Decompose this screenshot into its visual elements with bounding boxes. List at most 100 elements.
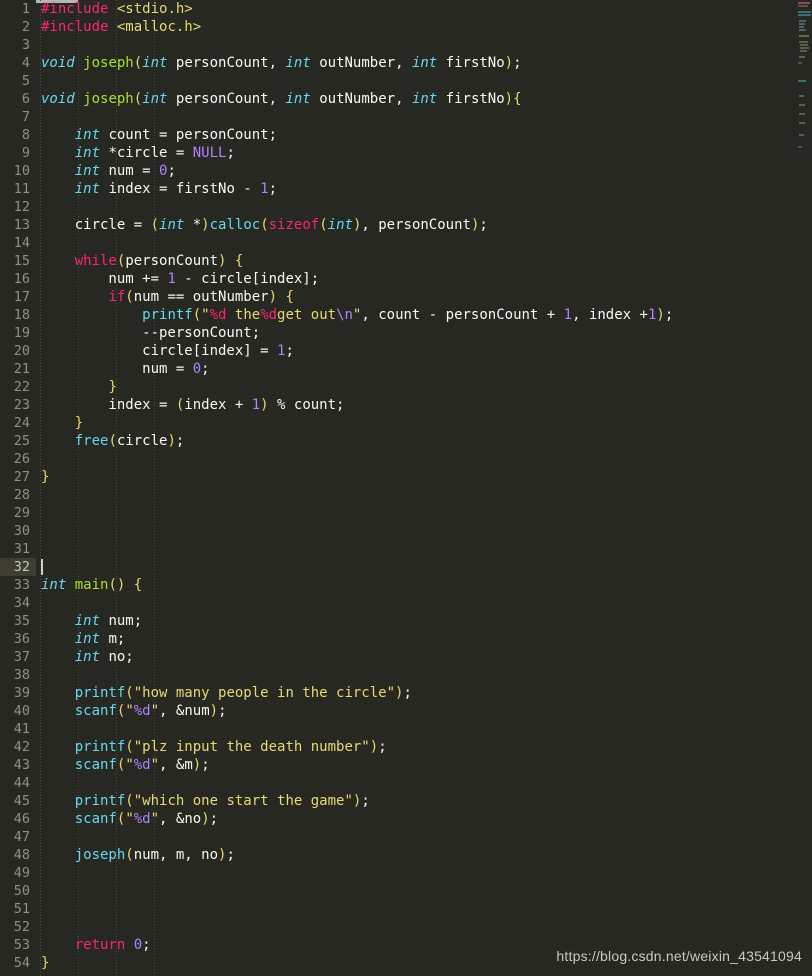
minimap[interactable] xyxy=(796,0,812,976)
line-number: 47 xyxy=(13,829,30,845)
minimap-marker xyxy=(799,56,805,58)
code-line[interactable] xyxy=(36,864,796,882)
minimap-marker xyxy=(799,122,805,124)
line-number: 6 xyxy=(21,91,30,107)
code-line[interactable] xyxy=(36,234,796,252)
line-number: 51 xyxy=(13,901,30,917)
line-number: 5 xyxy=(21,73,30,89)
code-line[interactable] xyxy=(36,774,796,792)
minimap-marker xyxy=(798,2,810,4)
line-number: 17 xyxy=(13,289,30,305)
code-line[interactable]: scanf("%d", &m); xyxy=(36,756,796,774)
code-line[interactable]: joseph(num, m, no); xyxy=(36,846,796,864)
line-number: 25 xyxy=(13,433,30,449)
line-number: 39 xyxy=(13,685,30,701)
code-line[interactable]: --personCount; xyxy=(36,324,796,342)
code-line[interactable] xyxy=(36,558,796,576)
line-number: 45 xyxy=(13,793,30,809)
line-number: 10 xyxy=(13,163,30,179)
line-number: 8 xyxy=(21,127,30,143)
code-line[interactable] xyxy=(36,900,796,918)
code-line[interactable]: num += 1 - circle[index]; xyxy=(36,270,796,288)
line-number: 18 xyxy=(13,307,30,323)
minimap-marker xyxy=(798,62,802,64)
minimap-marker xyxy=(799,41,808,43)
code-line[interactable]: int no; xyxy=(36,648,796,666)
code-line[interactable]: void joseph(int personCount, int outNumb… xyxy=(36,90,796,108)
line-number: 2 xyxy=(21,19,30,35)
line-number: 28 xyxy=(13,487,30,503)
line-number: 34 xyxy=(13,595,30,611)
code-line[interactable]: } xyxy=(36,468,796,486)
line-number: 21 xyxy=(13,361,30,377)
code-line[interactable]: int main() { xyxy=(36,576,796,594)
code-line[interactable] xyxy=(36,828,796,846)
code-line[interactable]: int *circle = NULL; xyxy=(36,144,796,162)
code-line[interactable] xyxy=(36,540,796,558)
code-line[interactable] xyxy=(36,504,796,522)
minimap-marker xyxy=(799,35,809,37)
code-line[interactable]: } xyxy=(36,378,796,396)
line-number: 9 xyxy=(21,145,30,161)
code-line[interactable]: printf("plz input the death number"); xyxy=(36,738,796,756)
code-line[interactable]: free(circle); xyxy=(36,432,796,450)
code-line[interactable] xyxy=(36,198,796,216)
line-number: 49 xyxy=(13,865,30,881)
code-line[interactable]: int num; xyxy=(36,612,796,630)
line-number: 27 xyxy=(13,469,30,485)
minimap-marker xyxy=(799,134,804,136)
code-line[interactable]: #include <malloc.h> xyxy=(36,18,796,36)
line-number: 42 xyxy=(13,739,30,755)
code-line[interactable]: circle = (int *)calloc(sizeof(int), pers… xyxy=(36,216,796,234)
minimap-marker xyxy=(800,47,809,49)
line-number: 16 xyxy=(13,271,30,287)
line-number: 24 xyxy=(13,415,30,431)
line-number: 33 xyxy=(13,577,30,593)
code-editor[interactable]: 1 2 3 4 5 6 7 8 9 10 11 12 13 14 15 16 17 18 19 20 21 22 23 24 2… xyxy=(0,0,812,976)
minimap-marker xyxy=(798,80,806,82)
code-line[interactable]: void joseph(int personCount, int outNumb… xyxy=(36,54,796,72)
code-line[interactable] xyxy=(36,720,796,738)
code-line[interactable] xyxy=(36,918,796,936)
code-line[interactable] xyxy=(36,486,796,504)
minimap-marker xyxy=(799,95,804,97)
code-line[interactable]: scanf("%d", &num); xyxy=(36,702,796,720)
code-line[interactable]: int count = personCount; xyxy=(36,126,796,144)
line-number: 43 xyxy=(13,757,30,773)
code-line[interactable]: index = (index + 1) % count; xyxy=(36,396,796,414)
line-number: 52 xyxy=(13,919,30,935)
code-line[interactable]: int num = 0; xyxy=(36,162,796,180)
code-line[interactable]: printf("which one start the game"); xyxy=(36,792,796,810)
line-number: 38 xyxy=(13,667,30,683)
code-line[interactable] xyxy=(36,72,796,90)
code-line[interactable] xyxy=(36,522,796,540)
code-line[interactable]: scanf("%d", &no); xyxy=(36,810,796,828)
code-line[interactable]: printf("how many people in the circle"); xyxy=(36,684,796,702)
code-line[interactable]: while(personCount) { xyxy=(36,252,796,270)
line-number: 41 xyxy=(13,721,30,737)
line-number: 37 xyxy=(13,649,30,665)
minimap-marker xyxy=(799,26,804,28)
code-line[interactable] xyxy=(36,882,796,900)
line-number: 44 xyxy=(13,775,30,791)
line-number: 36 xyxy=(13,631,30,647)
minimap-marker xyxy=(800,44,808,46)
code-line[interactable] xyxy=(36,594,796,612)
code-line[interactable] xyxy=(36,450,796,468)
code-line[interactable]: printf("%d the%dget out\n", count - pers… xyxy=(36,306,796,324)
code-line[interactable]: circle[index] = 1; xyxy=(36,342,796,360)
code-line[interactable]: #include <stdio.h> xyxy=(36,0,796,18)
code-line[interactable] xyxy=(36,108,796,126)
code-line[interactable]: } xyxy=(36,414,796,432)
code-line[interactable] xyxy=(36,666,796,684)
code-line[interactable]: if(num == outNumber) { xyxy=(36,288,796,306)
line-number: 46 xyxy=(13,811,30,827)
code-line[interactable]: num = 0; xyxy=(36,360,796,378)
code-content-area[interactable]: #include <stdio.h> #include <malloc.h> voi… xyxy=(36,0,796,976)
line-number: 48 xyxy=(13,847,30,863)
code-line[interactable]: int m; xyxy=(36,630,796,648)
code-line[interactable] xyxy=(36,36,796,54)
text-cursor xyxy=(41,559,43,575)
code-line[interactable]: int index = firstNo - 1; xyxy=(36,180,796,198)
line-number: 1 xyxy=(21,1,30,17)
